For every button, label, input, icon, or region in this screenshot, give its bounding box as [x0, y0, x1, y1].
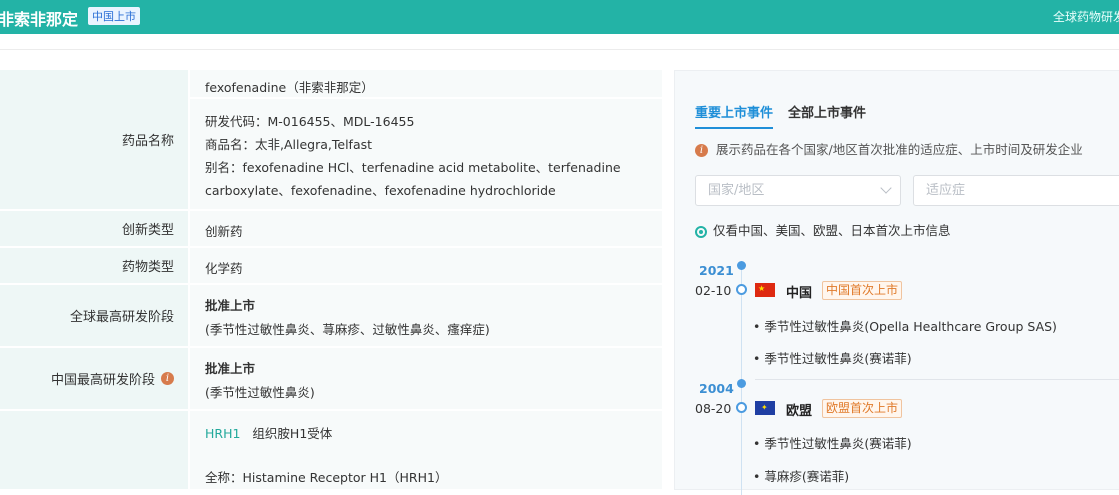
row-china-stage: 中国最高研发阶段 i 批准上市 (季节性过敏性鼻炎) — [0, 348, 662, 411]
row-drug-type: 药物类型 化学药 — [0, 248, 662, 285]
info-icon: i — [695, 144, 708, 157]
major-markets-radio[interactable]: 仅看中国、美国、欧盟、日本首次上市信息 — [695, 220, 951, 239]
drug-full-name: fexofenadine（非索非那定） — [205, 80, 374, 95]
value-drug-type: 化学药 — [190, 248, 662, 285]
event-country: 欧盟 — [786, 404, 813, 419]
label-drug-name: 药品名称 — [0, 70, 188, 211]
indication-placeholder: 适应症 — [926, 183, 966, 198]
chevron-down-icon — [880, 182, 892, 194]
global-stage-indications: (季节性过敏性鼻炎、荨麻疹、过敏性鼻炎、瘙痒症) — [205, 322, 490, 337]
target-full-name: 全称：Histamine Receptor H1（HRH1） — [205, 470, 448, 485]
event-year: 2021 — [699, 263, 734, 278]
market-events-panel: 重要上市事件 全部上市事件 i 展示药品在各个国家/地区首次批准的适应症、上市时间… — [674, 70, 1119, 495]
value-china-stage: 批准上市 (季节性过敏性鼻炎) — [190, 348, 662, 411]
label-innovation-type: 创新类型 — [0, 211, 188, 248]
tab-all-events[interactable]: 全部上市事件 — [788, 102, 866, 121]
eu-flag-icon: ✦ — [755, 401, 775, 415]
trade-name: 商品名：太非,Allegra,Telfast — [205, 137, 373, 152]
label-target — [0, 411, 188, 491]
notice-text: i 展示药品在各个国家/地区首次批准的适应症、上市时间及研发企业 — [695, 139, 1083, 158]
market-status-badge: 中国上市 — [88, 7, 140, 25]
radio-checked-icon — [695, 225, 707, 238]
active-tab-indicator — [695, 127, 773, 129]
header-divider — [0, 49, 1119, 50]
drug-type-text: 化学药 — [205, 261, 243, 276]
event-date: 08-20 — [695, 401, 732, 416]
row-innovation-type: 创新类型 创新药 — [0, 211, 662, 248]
alias-line-1: 别名：fexofenadine HCl、terfenadine acid met… — [205, 160, 621, 175]
event-dot — [736, 284, 747, 295]
row-global-stage: 全球最高研发阶段 批准上市 (季节性过敏性鼻炎、荨麻疹、过敏性鼻炎、瘙痒症) — [0, 285, 662, 348]
year-dot — [737, 261, 746, 270]
radio-label: 仅看中国、美国、欧盟、日本首次上市信息 — [713, 223, 951, 238]
drug-title: 非索非那定 — [0, 10, 79, 29]
china-stage-indications: (季节性过敏性鼻炎) — [205, 385, 315, 400]
global-stage-text: 批准上市 — [205, 298, 256, 313]
event-tag: 中国首次上市 — [822, 281, 903, 300]
event-tag: 欧盟首次上市 — [822, 399, 903, 418]
event-dot — [736, 402, 747, 413]
event-indication-item: • 季节性过敏性鼻炎(赛诺菲) — [753, 436, 912, 451]
label-drug-type: 药物类型 — [0, 248, 188, 285]
value-target: HRH1 组织胺H1受体 全称：Histamine Receptor H1（HR… — [190, 411, 662, 491]
target-code-link[interactable]: HRH1 — [205, 426, 240, 441]
row-target: HRH1 组织胺H1受体 全称：Histamine Receptor H1（HR… — [0, 411, 662, 491]
year-dot — [737, 379, 746, 388]
alias-line-2: carboxylate、fexofenadine、fexofenadine hy… — [205, 183, 556, 198]
region-select[interactable]: 国家/地区 — [695, 175, 901, 206]
event-indication-item: • 季节性过敏性鼻炎(赛诺菲) — [753, 351, 912, 366]
event-divider — [755, 379, 1119, 380]
global-rd-link[interactable]: 全球药物研发 — [1053, 8, 1119, 25]
notice-message: 展示药品在各个国家/地区首次批准的适应症、上市时间及研发企业 — [716, 142, 1083, 157]
event-date: 02-10 — [695, 283, 732, 298]
event-year: 2004 — [699, 381, 734, 396]
target-name: 组织胺H1受体 — [252, 426, 333, 441]
china-stage-text: 批准上市 — [205, 361, 256, 376]
event-indication-item: • 季节性过敏性鼻炎(Opella Healthcare Group SAS) — [753, 319, 1057, 334]
event-country: 中国 — [786, 286, 813, 301]
value-drug-name: fexofenadine（非索非那定） 研发代码：M-016455、MDL-16… — [190, 70, 662, 211]
tab-key-events[interactable]: 重要上市事件 — [695, 102, 773, 121]
event-indication-item: • 荨麻疹(赛诺菲) — [753, 469, 850, 484]
label-global-stage: 全球最高研发阶段 — [0, 285, 188, 348]
row-drug-name: 药品名称 fexofenadine（非索非那定） 研发代码：M-016455、M… — [0, 70, 662, 211]
rd-code: 研发代码：M-016455、MDL-16455 — [205, 114, 415, 129]
region-placeholder: 国家/地区 — [708, 183, 765, 198]
china-stage-label-text: 中国最高研发阶段 — [50, 373, 155, 388]
innovation-type-text: 创新药 — [205, 224, 243, 239]
target-line: HRH1 组织胺H1受体 — [205, 423, 332, 442]
value-global-stage: 批准上市 (季节性过敏性鼻炎、荨麻疹、过敏性鼻炎、瘙痒症) — [190, 285, 662, 348]
info-icon[interactable]: i — [161, 372, 174, 385]
top-header-bar: 非索非那定 中国上市 全球药物研发 — [0, 0, 1119, 34]
value-innovation-type: 创新药 — [190, 211, 662, 248]
label-china-stage: 中国最高研发阶段 i — [0, 348, 188, 411]
china-flag-icon: ★ — [755, 283, 775, 297]
indication-input[interactable]: 适应症 — [913, 175, 1119, 206]
